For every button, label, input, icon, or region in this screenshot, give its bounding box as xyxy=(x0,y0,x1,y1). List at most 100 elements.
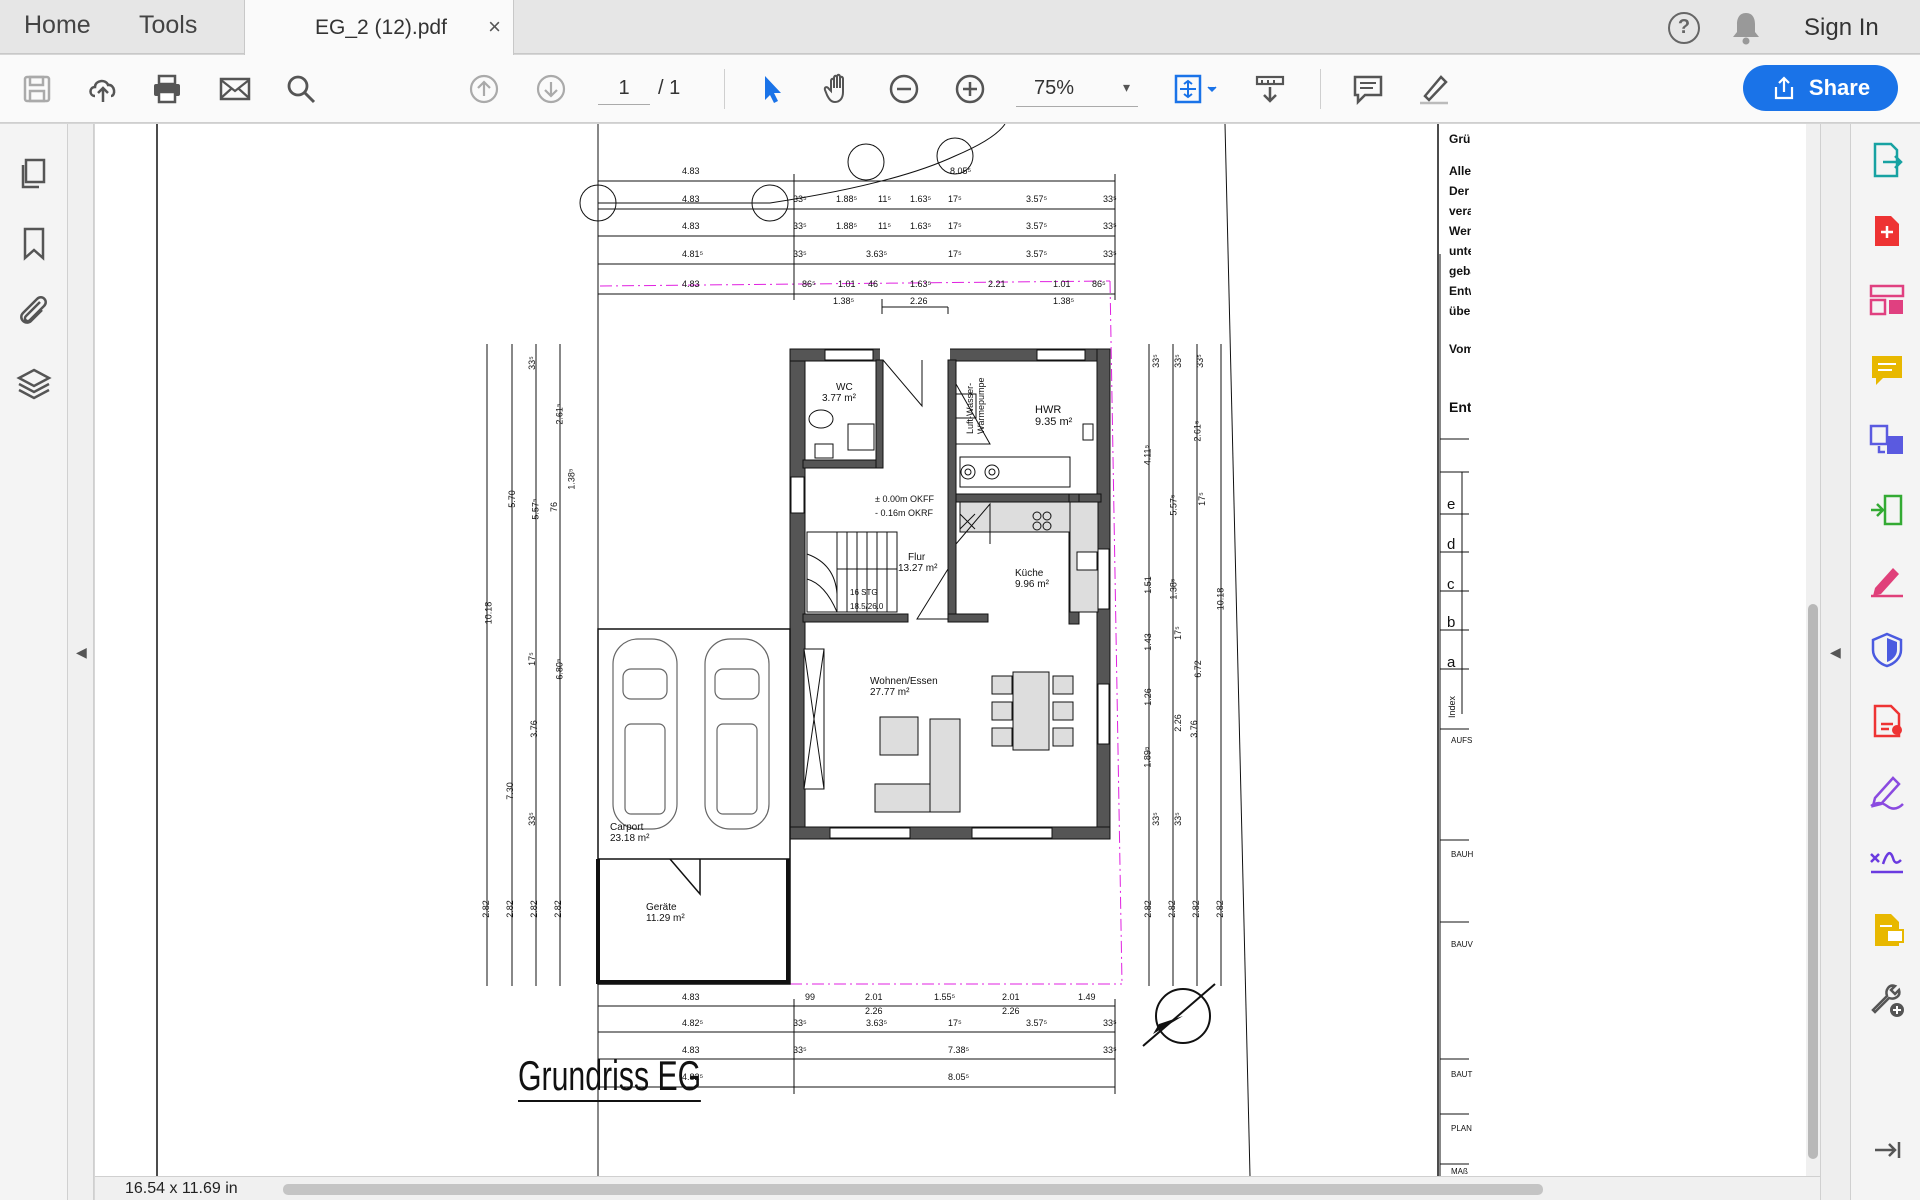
share-button[interactable]: Share xyxy=(1743,65,1898,111)
tab-tools[interactable]: Tools xyxy=(139,0,197,54)
request-signature-icon[interactable] xyxy=(1867,840,1907,880)
room-area: 13.27 m² xyxy=(898,563,938,574)
dimension: 33⁵ xyxy=(793,221,807,231)
room-name: Geräte xyxy=(646,902,677,913)
dimension: 10.18 xyxy=(483,601,494,625)
close-icon[interactable]: × xyxy=(488,14,501,40)
dimension: 1.55⁵ xyxy=(934,992,956,1002)
sign-icon[interactable] xyxy=(1867,770,1907,810)
dimension: 5.57⁵ xyxy=(1168,494,1179,516)
dimension: 86⁵ xyxy=(802,279,816,289)
dimension: 11⁵ xyxy=(878,194,892,204)
export-pdf-icon[interactable] xyxy=(1867,140,1907,180)
document-viewport[interactable]: HWR 9.35 m² WC 3.77 m² Flur 13.27 m² Küc… xyxy=(95,124,1831,1176)
dimension: 1.26 xyxy=(1142,688,1153,706)
page-number-input[interactable] xyxy=(598,73,650,105)
dimension: 4.11⁵ xyxy=(1142,444,1153,466)
create-pdf-icon[interactable] xyxy=(1867,210,1907,250)
dimension: 1.63⁵ xyxy=(910,221,932,231)
help-icon[interactable]: ? xyxy=(1668,12,1700,44)
dimension: 4.81⁵ xyxy=(682,249,704,259)
room-wc: WC 3.77 m² xyxy=(822,382,856,404)
dimension: 5.70 xyxy=(506,490,517,508)
comment-icon[interactable] xyxy=(1348,69,1388,109)
dimension: 33⁵ xyxy=(1103,194,1117,204)
share-icon xyxy=(1774,76,1794,100)
chevron-left-icon: ◀ xyxy=(76,644,87,660)
bookmark-icon[interactable] xyxy=(14,224,54,264)
titleblock-rows: AUFS BAUH BAUV BAUT PLAN MAß xyxy=(1451,124,1473,1176)
search-icon[interactable] xyxy=(281,69,321,109)
dimension: 3.57⁵ xyxy=(1026,1018,1048,1028)
zoom-out-icon[interactable] xyxy=(884,69,924,109)
dimension: 2.21 xyxy=(988,279,1006,289)
dimension: 17⁵ xyxy=(526,652,537,666)
dimension: 33⁵ xyxy=(1103,1045,1117,1055)
level-labels: ± 0.00m OKFF - 0.16m OKRF xyxy=(875,492,934,520)
dimension: 1.43 xyxy=(1142,633,1153,651)
prev-page-icon[interactable] xyxy=(464,69,504,109)
room-flur: Flur 13.27 m² xyxy=(898,552,937,574)
horizontal-scrollbar-thumb[interactable] xyxy=(283,1184,1543,1195)
pages-icon[interactable] xyxy=(14,154,54,194)
dimension: 6.72 xyxy=(1192,660,1203,678)
dimension: 17⁵ xyxy=(948,221,962,231)
fill-sign-icon[interactable] xyxy=(1867,700,1907,740)
dimension: 17⁵ xyxy=(1172,626,1183,640)
dimension: 2.82 xyxy=(552,900,563,918)
left-panel-collapse[interactable]: ◀ xyxy=(68,124,94,1200)
dimension: 1.88⁵ xyxy=(836,194,858,204)
send-review-icon[interactable] xyxy=(1867,910,1907,950)
dimension: 1.89⁵ xyxy=(1142,746,1153,768)
dimension: 86⁵ xyxy=(1092,279,1106,289)
dimension: 2.82 xyxy=(504,900,515,918)
dimension: 7.30 xyxy=(504,782,515,800)
zoom-in-icon[interactable] xyxy=(950,69,990,109)
room-area: 27.77 m² xyxy=(870,687,910,698)
zoom-select[interactable]: 75% ▾ xyxy=(1016,71,1138,107)
fit-page-icon[interactable] xyxy=(1168,69,1224,109)
more-tools-icon[interactable] xyxy=(1867,980,1907,1020)
notification-bell-icon[interactable] xyxy=(1730,10,1762,46)
vertical-scrollbar[interactable] xyxy=(1806,124,1820,1176)
level-label: - 0.16m OKRF xyxy=(875,508,934,518)
compress-icon[interactable] xyxy=(1867,490,1907,530)
tab-home[interactable]: Home xyxy=(24,0,91,54)
heatpump-label-line: Luft-Wasser- xyxy=(965,382,975,434)
dimension: 33⁵ xyxy=(793,194,807,204)
highlight-icon[interactable] xyxy=(1414,69,1454,109)
attachment-icon[interactable] xyxy=(14,292,54,332)
edit-pdf-icon[interactable] xyxy=(1867,560,1907,600)
dimension: 11⁵ xyxy=(878,221,892,231)
dimension: 2.82 xyxy=(1142,900,1153,918)
chevron-down-icon: ▾ xyxy=(1122,79,1130,95)
scroll-mode-icon[interactable] xyxy=(1250,69,1290,109)
titleblock-row: BAUH xyxy=(1451,850,1473,859)
hand-tool-icon[interactable] xyxy=(818,69,858,109)
protect-icon[interactable] xyxy=(1867,630,1907,670)
mail-icon[interactable] xyxy=(215,69,255,109)
collapse-panel-icon[interactable] xyxy=(1867,1130,1907,1170)
dimension: 99 xyxy=(805,992,816,1002)
organize-pages-icon[interactable] xyxy=(1867,280,1907,320)
upload-icon[interactable] xyxy=(83,69,123,109)
combine-files-icon[interactable] xyxy=(1867,420,1907,460)
right-panel-collapse[interactable]: ◀ xyxy=(1820,124,1850,1200)
save-icon[interactable] xyxy=(17,69,57,109)
sign-in-button[interactable]: Sign In xyxy=(1804,14,1879,42)
dimension: 8.05⁵ xyxy=(948,1072,970,1082)
dimension: 2.82 xyxy=(1214,900,1225,918)
dimension: 2.01 xyxy=(1002,992,1020,1002)
print-icon[interactable] xyxy=(147,69,187,109)
scrollbar-thumb[interactable] xyxy=(1808,604,1818,1159)
toolbar-divider xyxy=(1320,69,1321,109)
select-tool-icon[interactable] xyxy=(752,69,792,109)
titleblock-row: BAUV xyxy=(1451,940,1473,949)
dimension: 1.38⁵ xyxy=(1168,578,1179,600)
layers-icon[interactable] xyxy=(14,364,54,404)
document-tab[interactable]: EG_2 (12).pdf × xyxy=(244,0,514,55)
heatpump-label-line: Wärmepumpe xyxy=(976,377,986,434)
dimension: 5.57⁵ xyxy=(530,498,541,520)
comment-tool-icon[interactable] xyxy=(1867,350,1907,390)
next-page-icon[interactable] xyxy=(531,69,571,109)
